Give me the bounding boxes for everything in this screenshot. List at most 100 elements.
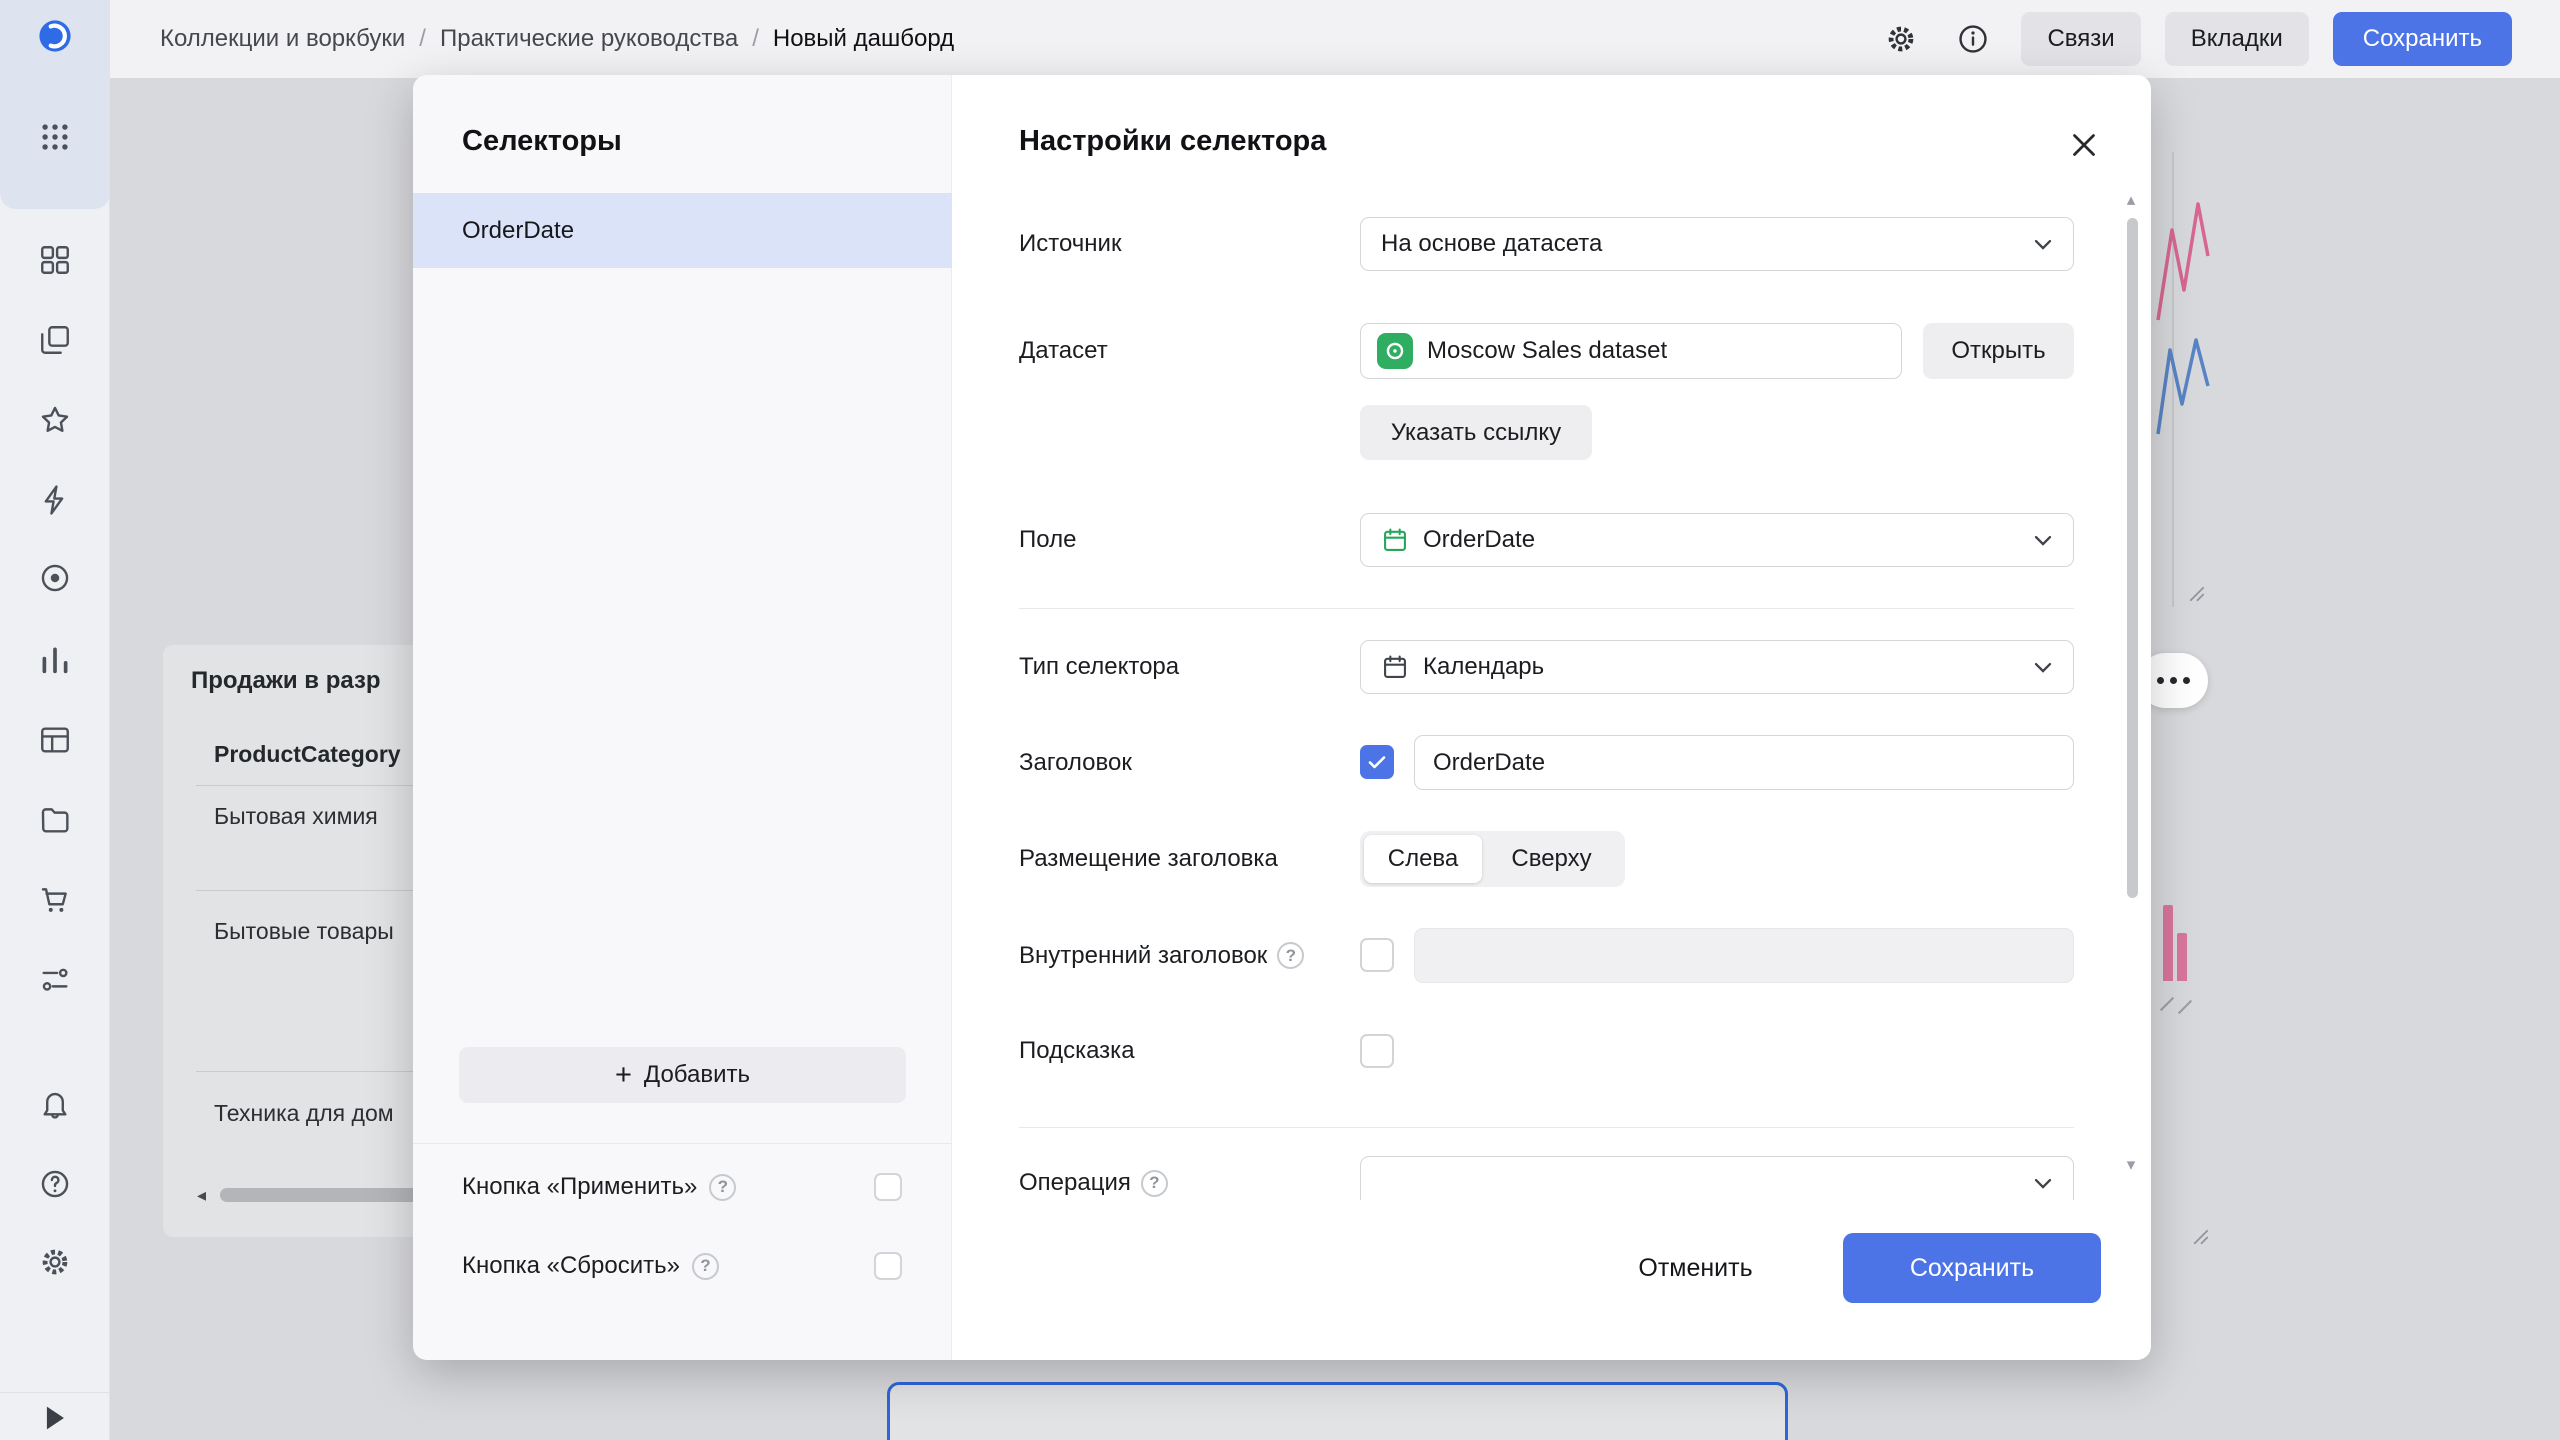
add-selector-button[interactable]: + Добавить: [459, 1047, 906, 1103]
selector-type-select[interactable]: Календарь: [1360, 640, 2074, 694]
sidebar-item-marketplace[interactable]: [30, 875, 80, 925]
relations-button[interactable]: Связи: [2021, 12, 2140, 66]
field-label-text: Поле: [1019, 526, 1076, 554]
sidebar-item-charts[interactable]: [30, 635, 80, 685]
calendar-icon: [1381, 526, 1409, 554]
check-icon: [1365, 750, 1389, 774]
sidebar-item-support[interactable]: [30, 1159, 80, 1209]
settings-button[interactable]: [1877, 15, 1925, 63]
title-input[interactable]: [1414, 735, 2074, 790]
sidebar-item-dashboards[interactable]: [30, 715, 80, 765]
help-circle-icon: [38, 1167, 72, 1201]
source-value: На основе датасета: [1381, 230, 1602, 258]
title-label-text: Заголовок: [1019, 749, 1132, 777]
help-icon[interactable]: ?: [709, 1174, 736, 1201]
placement-option-left[interactable]: Слева: [1364, 835, 1482, 883]
sidebar-item-all-services[interactable]: [30, 112, 80, 162]
scroll-down-icon[interactable]: ▾: [2118, 1155, 2144, 1175]
add-selector-label: Добавить: [644, 1061, 750, 1089]
hint-label: Подсказка: [1019, 1034, 1135, 1068]
layers-icon: [38, 323, 72, 357]
section-divider: [1019, 1127, 2074, 1128]
scrollbar-thumb[interactable]: [2127, 218, 2138, 898]
inner-title-input[interactable]: [1414, 928, 2074, 983]
app-window: Коллекции и воркбуки / Практические руко…: [0, 0, 2560, 1440]
more-icon: [2157, 677, 2164, 684]
top-bar: Коллекции и воркбуки / Практические руко…: [110, 0, 2560, 78]
scroll-up-icon[interactable]: ▴: [2118, 190, 2144, 210]
selector-type-label-text: Тип селектора: [1019, 653, 1179, 681]
save-dashboard-button[interactable]: Сохранить: [2333, 12, 2512, 66]
breadcrumb-collections[interactable]: Коллекции и воркбуки: [160, 25, 405, 53]
open-dataset-button[interactable]: Открыть: [1923, 323, 2074, 379]
sidebar-item-collections[interactable]: [30, 315, 80, 365]
title-checkbox[interactable]: [1360, 745, 1394, 779]
selector-type-value: Календарь: [1423, 653, 1544, 681]
left-nav-rail: [0, 0, 110, 1440]
dataset-icon: [1377, 333, 1413, 369]
help-icon[interactable]: ?: [1277, 942, 1304, 969]
dataset-label: Датасет: [1019, 323, 1108, 379]
bell-icon: [38, 1087, 72, 1121]
chevron-down-icon: [2029, 526, 2057, 554]
sidebar-divider: [0, 1392, 109, 1393]
dialog-scrollbar[interactable]: ▴ ▾: [2118, 190, 2144, 1175]
reset-button-label: Кнопка «Сбросить» ?: [462, 1238, 719, 1294]
info-button[interactable]: [1949, 15, 1997, 63]
star-icon: [38, 403, 72, 437]
datalens-logo[interactable]: [30, 11, 80, 61]
table-icon: [38, 723, 72, 757]
sliders-icon: [38, 963, 72, 997]
sidebar-item-settings[interactable]: [30, 1237, 80, 1287]
sidebar-item-notifications[interactable]: [30, 1079, 80, 1129]
reset-button-checkbox[interactable]: [874, 1252, 902, 1280]
squares-icon: [38, 243, 72, 277]
breadcrumb-workbook[interactable]: Практические руководства: [440, 25, 738, 53]
specify-link-button[interactable]: Указать ссылку: [1360, 405, 1592, 460]
cart-icon: [38, 883, 72, 917]
apply-button-text: Кнопка «Применить»: [462, 1173, 697, 1201]
help-icon[interactable]: ?: [1141, 1170, 1168, 1197]
tabs-button[interactable]: Вкладки: [2165, 12, 2309, 66]
source-select[interactable]: На основе датасета: [1360, 217, 2074, 271]
placement-option-top[interactable]: Сверху: [1482, 835, 1621, 883]
datalens-logo-icon: [38, 19, 72, 53]
selectors-list-panel: Селекторы OrderDate + Добавить Кнопка «П…: [413, 75, 952, 1360]
sidebar-item-datasets[interactable]: [30, 553, 80, 603]
field-select[interactable]: OrderDate: [1360, 513, 2074, 567]
selectors-panel-title: Селекторы: [462, 125, 622, 158]
apply-button-label: Кнопка «Применить» ?: [462, 1159, 736, 1215]
breadcrumb-separator: /: [752, 25, 759, 53]
field-value: OrderDate: [1423, 526, 1535, 554]
collapse-panel-button[interactable]: [34, 1398, 74, 1438]
play-icon: [37, 1401, 71, 1435]
header-actions: Связи Вкладки Сохранить: [1877, 12, 2512, 66]
sidebar-item-widgets[interactable]: [30, 235, 80, 285]
breadcrumb-current-dashboard: Новый дашборд: [773, 25, 954, 53]
selector-list-item-orderdate[interactable]: OrderDate: [413, 193, 952, 268]
chart-icon: [38, 643, 72, 677]
section-divider: [1019, 608, 2074, 609]
gear-icon: [38, 1245, 72, 1279]
apply-button-checkbox[interactable]: [874, 1173, 902, 1201]
title-placement-label: Размещение заголовка: [1019, 831, 1278, 887]
sidebar-item-services-settings[interactable]: [30, 955, 80, 1005]
chevron-down-icon: [2029, 230, 2057, 258]
inner-title-checkbox[interactable]: [1360, 938, 1394, 972]
dataset-label-text: Датасет: [1019, 337, 1108, 365]
operation-label-text: Операция: [1019, 1169, 1131, 1197]
close-dialog-button[interactable]: [2058, 119, 2110, 171]
reset-button-text: Кнопка «Сбросить»: [462, 1252, 680, 1280]
cancel-button[interactable]: Отменить: [1593, 1233, 1798, 1303]
dataset-name: Moscow Sales dataset: [1427, 337, 1667, 365]
hint-checkbox[interactable]: [1360, 1034, 1394, 1068]
sidebar-item-connections[interactable]: [30, 475, 80, 525]
target-icon: [38, 561, 72, 595]
sidebar-item-files[interactable]: [30, 795, 80, 845]
help-icon[interactable]: ?: [692, 1253, 719, 1280]
save-selector-button[interactable]: Сохранить: [1843, 1233, 2101, 1303]
field-label: Поле: [1019, 513, 1076, 567]
sidebar-item-favorites[interactable]: [30, 395, 80, 445]
title-label: Заголовок: [1019, 735, 1132, 790]
dataset-field[interactable]: Moscow Sales dataset: [1360, 323, 1902, 379]
